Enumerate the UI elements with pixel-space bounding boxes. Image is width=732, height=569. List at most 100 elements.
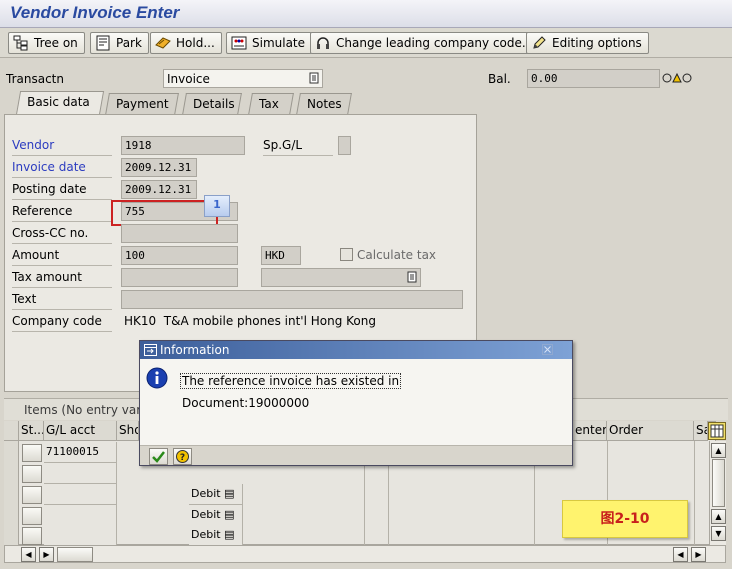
row-debit-credit[interactable]: Debit ▤	[189, 525, 243, 546]
dialog-window-icon	[144, 344, 157, 359]
items-title: Items (No entry varia	[24, 403, 152, 417]
hold-label: Hold...	[176, 36, 215, 50]
balance-field: 0.00	[527, 69, 660, 88]
col-status-header[interactable]: St...	[19, 421, 44, 441]
hold-icon	[155, 35, 171, 51]
reference-label: Reference	[12, 204, 112, 222]
dialog-footer: ?	[140, 445, 572, 465]
row-debit-credit-value: Debit	[191, 508, 221, 521]
park-icon	[95, 35, 111, 51]
simulate-button[interactable]: Simulate	[226, 32, 313, 54]
horizontal-scrollbar[interactable]: ◀ ▶ ◀ ▶	[4, 545, 726, 563]
dropdown-icon: ▤	[224, 487, 235, 500]
hold-button[interactable]: Hold...	[150, 32, 222, 54]
company-code-value: HK10 T&A mobile phones int'l Hong Kong	[124, 314, 376, 328]
row-selector[interactable]	[22, 486, 42, 504]
vertical-scroll-thumb[interactable]	[712, 459, 725, 507]
col-sales-order-header[interactable]: Sa	[694, 421, 708, 441]
row-gl-account[interactable]	[44, 525, 117, 546]
tax-code-dropdown-icon	[407, 271, 417, 286]
row-debit-credit-value: Debit	[191, 487, 221, 500]
grid-divider	[694, 441, 695, 545]
tab-basic-data[interactable]: Basic data	[15, 91, 105, 115]
tree-icon	[13, 35, 29, 51]
editing-options-button[interactable]: Editing options	[526, 32, 649, 54]
simulate-label: Simulate	[252, 36, 306, 50]
row-selector[interactable]	[22, 444, 42, 462]
row-gl-account[interactable]	[44, 484, 117, 505]
row-selector[interactable]	[22, 527, 42, 545]
currency-field[interactable]: HKD	[261, 246, 301, 265]
row-header-column	[4, 441, 19, 545]
col-order-header[interactable]: Order	[607, 421, 694, 441]
tab-notes[interactable]: Notes	[296, 93, 352, 115]
scroll-left-button[interactable]: ◀	[21, 547, 36, 562]
tab-payment[interactable]: Payment	[105, 93, 179, 115]
scroll-right-button[interactable]: ▶	[39, 547, 54, 562]
dialog-body: The reference invoice has existed in Doc…	[140, 359, 572, 445]
row-selector[interactable]	[22, 465, 42, 483]
transaction-label: Transactn	[6, 72, 64, 86]
col-gl-account-header[interactable]: G/L acct	[44, 421, 117, 441]
dialog-message: The reference invoice has existed in	[180, 373, 402, 389]
transaction-value: Invoice	[167, 72, 210, 86]
tab-details[interactable]: Details	[182, 93, 242, 115]
horizontal-scroll-thumb[interactable]	[57, 547, 93, 562]
tab-notes-label: Notes	[307, 97, 342, 111]
info-icon	[146, 367, 168, 392]
scroll-right-button[interactable]: ▶	[691, 547, 706, 562]
figure-label: 图2-10	[562, 500, 688, 538]
title-bar: Vendor Invoice Enter	[0, 0, 732, 28]
text-field[interactable]	[121, 290, 463, 309]
spgl-field[interactable]	[338, 136, 351, 155]
row-debit-credit[interactable]: Debit ▤	[189, 484, 243, 505]
dropdown-icon: ▤	[224, 508, 235, 521]
company-code-label: Company code	[12, 314, 112, 332]
row-debit-credit-value: Debit	[191, 528, 221, 541]
scroll-up-button[interactable]: ▲	[711, 509, 726, 524]
application-toolbar: Tree on Park Hold... Simulate Change lea…	[0, 28, 732, 58]
posting-date-field[interactable]: 2009.12.31	[121, 180, 197, 199]
check-icon	[152, 451, 165, 463]
row-gl-account[interactable]: 71100015	[44, 442, 117, 463]
table-settings-icon[interactable]	[708, 422, 726, 440]
row-gl-account[interactable]	[44, 505, 117, 526]
col-short-text-header[interactable]: Sho	[117, 421, 139, 441]
change-company-code-label: Change leading company code...	[336, 36, 534, 50]
tab-tax[interactable]: Tax	[248, 93, 294, 115]
close-icon[interactable]	[542, 344, 553, 355]
window-title: Vendor Invoice Enter	[10, 3, 180, 22]
scroll-left-button[interactable]: ◀	[673, 547, 688, 562]
pencil-icon	[531, 35, 547, 51]
tab-payment-label: Payment	[116, 97, 169, 111]
tax-code-dropdown[interactable]	[261, 268, 421, 287]
posting-date-label: Posting date	[12, 182, 112, 200]
tax-amount-field[interactable]	[121, 268, 238, 287]
park-label: Park	[116, 36, 142, 50]
calculate-tax-checkbox[interactable]	[340, 248, 353, 261]
scroll-up-button[interactable]: ▲	[711, 443, 726, 458]
help-button[interactable]: ?	[173, 448, 192, 465]
calculate-tax-label: Calculate tax	[357, 248, 437, 262]
balance-label: Bal.	[488, 72, 511, 86]
tax-amount-label: Tax amount	[12, 270, 112, 288]
dialog-title-bar: Information	[140, 341, 572, 359]
dropdown-icon	[309, 72, 319, 87]
vendor-field[interactable]: 1918	[121, 136, 245, 155]
park-button[interactable]: Park	[90, 32, 149, 54]
help-icon: ?	[176, 450, 189, 463]
transaction-dropdown[interactable]: Invoice	[163, 69, 323, 88]
scroll-down-button[interactable]: ▼	[711, 526, 726, 541]
change-company-code-button[interactable]: Change leading company code...	[310, 32, 541, 54]
tree-on-button[interactable]: Tree on	[8, 32, 85, 54]
crosscc-field[interactable]	[121, 224, 238, 243]
row-selector[interactable]	[22, 507, 42, 525]
vertical-scrollbar[interactable]: ▲ ▲ ▼	[709, 441, 726, 545]
amount-field[interactable]: 100	[121, 246, 238, 265]
row-gl-account[interactable]	[44, 463, 117, 484]
invoice-date-field[interactable]: 2009.12.31	[121, 158, 197, 177]
col-cost-center-header[interactable]: enter	[573, 421, 607, 441]
confirm-button[interactable]	[149, 448, 168, 465]
row-debit-credit[interactable]: Debit ▤	[189, 505, 243, 526]
invoice-date-label: Invoice date	[12, 160, 112, 178]
